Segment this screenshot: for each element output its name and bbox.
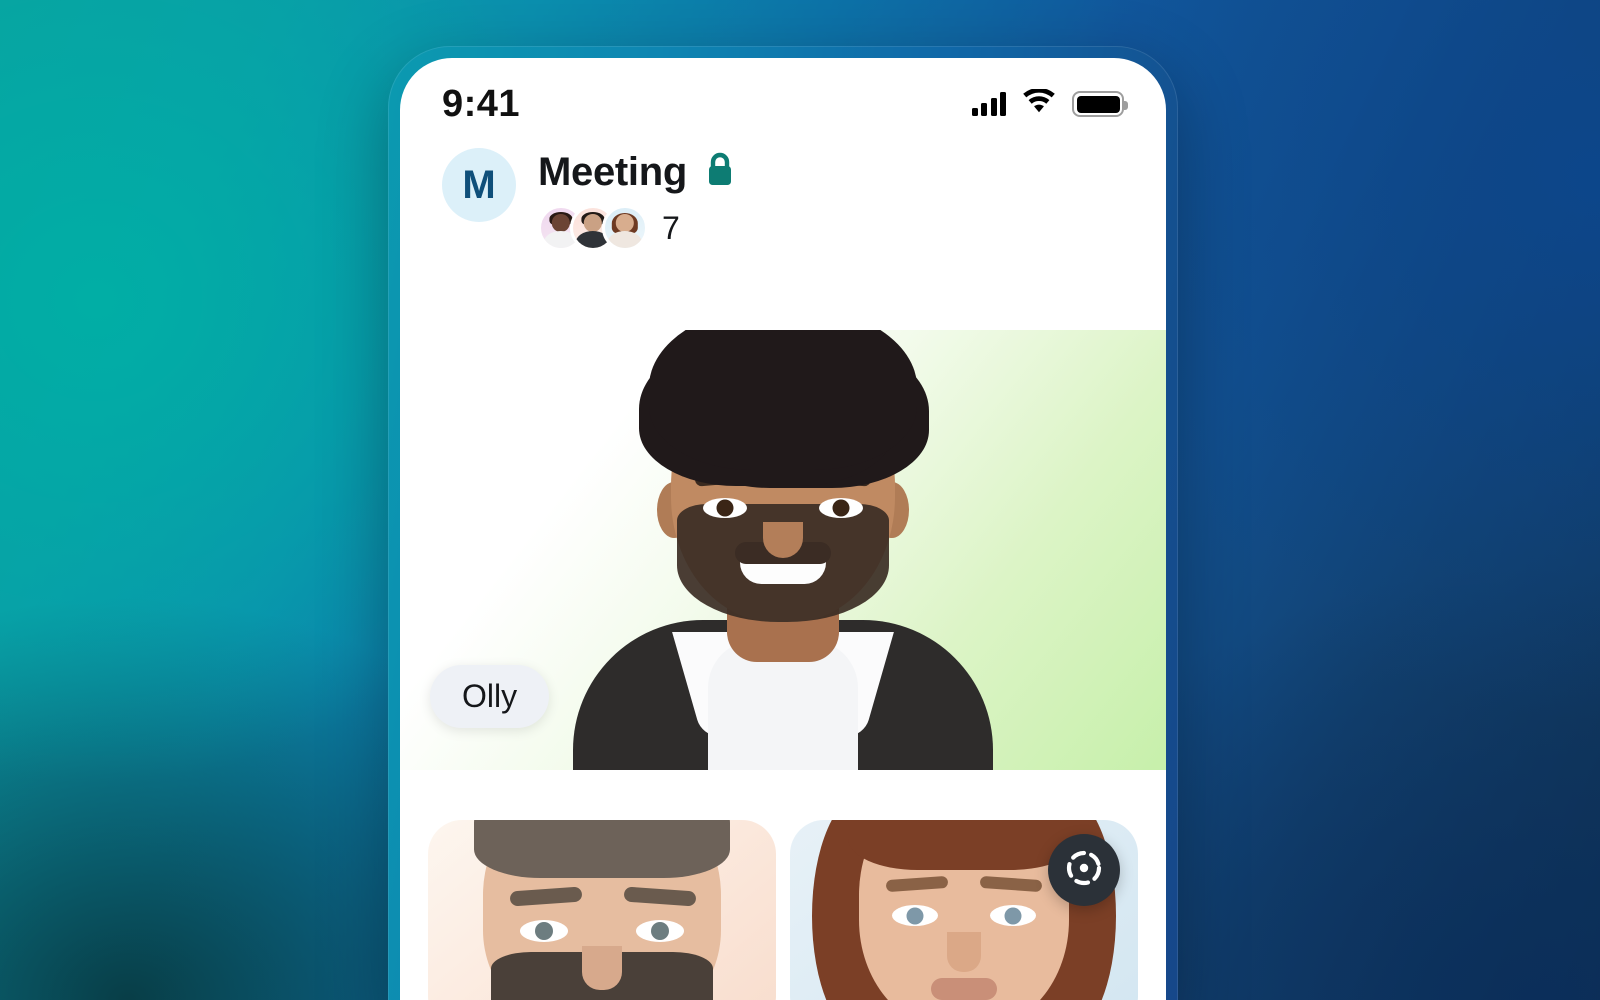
status-bar-clock: 9:41 <box>442 82 521 125</box>
page-backdrop: 9:41 M Meeting 7 Olly <box>0 0 1600 1000</box>
battery-icon <box>1072 91 1128 117</box>
wifi-icon <box>1022 87 1056 119</box>
participant-tiles-row <box>400 770 1166 1000</box>
meeting-title-row: Meeting <box>538 150 737 195</box>
participant-tile-left[interactable] <box>428 820 776 1000</box>
participant-count: 7 <box>662 209 680 246</box>
speaker-name-pill: Olly <box>430 665 550 728</box>
video-grid: Olly <box>400 330 1166 1000</box>
meeting-header: M Meeting 7 <box>400 132 1166 251</box>
status-bar-icons <box>971 87 1128 119</box>
participants-row[interactable]: 7 <box>538 205 737 251</box>
participant-video-left <box>452 820 752 1000</box>
participant-tile-right[interactable] <box>790 820 1138 1000</box>
main-speaker-tile[interactable]: Olly <box>400 330 1166 770</box>
main-speaker-video <box>568 330 998 770</box>
meeting-header-texts: Meeting 7 <box>538 148 737 251</box>
cellular-signal-icon <box>971 92 1006 116</box>
lock-icon <box>703 150 737 195</box>
status-bar: 9:41 <box>400 58 1166 132</box>
phone-device-frame: 9:41 M Meeting 7 Olly <box>388 46 1178 1000</box>
page-title: Meeting <box>538 150 688 194</box>
room-avatar: M <box>442 148 516 222</box>
avatar <box>602 205 648 251</box>
participant-avatar-stack[interactable] <box>538 205 648 251</box>
phone-screen: 9:41 M Meeting 7 Olly <box>400 58 1166 1000</box>
focus-target-icon <box>1061 845 1107 896</box>
focus-target-button[interactable] <box>1048 834 1120 906</box>
